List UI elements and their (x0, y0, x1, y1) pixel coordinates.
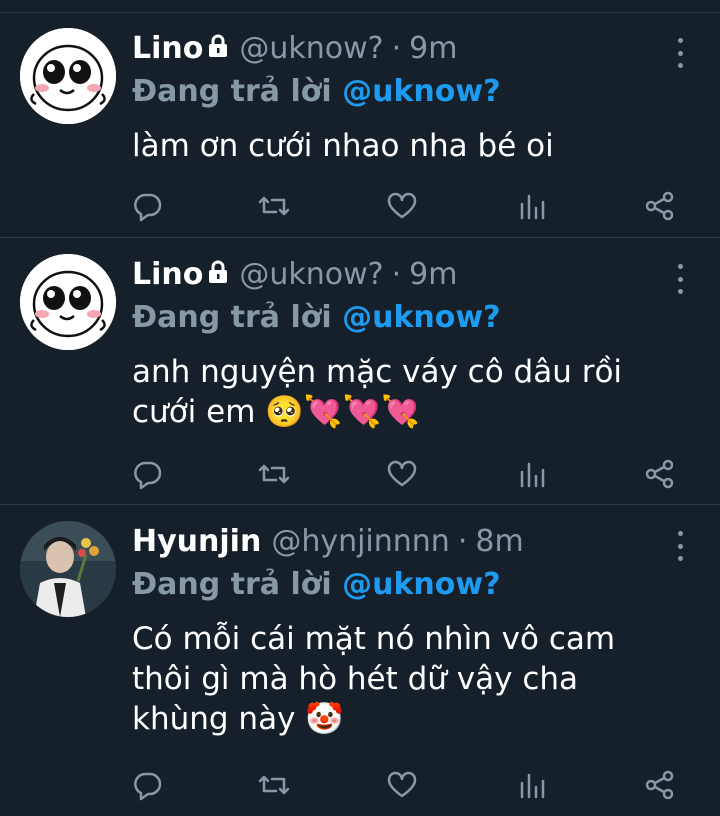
separator-dot: · (457, 523, 468, 559)
tweet[interactable]: Hyunjin @hynjinnnn · 8m Đang trả lời @uk… (0, 505, 720, 816)
tweet[interactable]: Lino @uknow? · 9m Đang trả lời @uknow? a… (0, 238, 720, 505)
more-vertical-icon[interactable] (670, 264, 690, 294)
lock-icon (207, 257, 229, 292)
reply-icon[interactable] (132, 458, 164, 490)
separator-dot: · (391, 30, 402, 66)
timeline-feed: Lino @uknow? · 9m Đang trả lời @uknow? l… (0, 0, 720, 816)
analytics-icon[interactable] (516, 458, 548, 490)
more-vertical-icon[interactable] (670, 38, 690, 68)
replying-prefix: Đang trả lời (132, 567, 332, 602)
share-icon[interactable] (644, 769, 676, 801)
tweet-actions (0, 769, 720, 801)
lock-icon (207, 31, 229, 66)
reply-icon[interactable] (132, 190, 164, 222)
tweet[interactable]: Lino @uknow? · 9m Đang trả lời @uknow? l… (0, 12, 720, 238)
tweet-actions (0, 190, 720, 222)
tweet-text: anh nguyện mặc váy cô dâu rồi cưới em 🥺💘… (132, 354, 623, 430)
heart-icon[interactable] (386, 190, 418, 222)
replying-to: Đang trả lời @uknow? (132, 74, 501, 109)
replying-to: Đang trả lời @uknow? (132, 300, 501, 335)
display-name[interactable]: Hyunjin (132, 524, 261, 559)
tweet-header: Lino @uknow? · 9m (132, 28, 457, 68)
timestamp[interactable]: 8m (475, 524, 523, 559)
timestamp[interactable]: 9m (409, 31, 457, 66)
tweet-text: Có mỗi cái mặt nó nhìn vô cam thôi gì mà… (132, 621, 616, 737)
display-name[interactable]: Lino (132, 257, 203, 292)
tweet-actions (0, 458, 720, 490)
avatar[interactable] (20, 28, 116, 124)
analytics-icon[interactable] (516, 190, 548, 222)
replying-prefix: Đang trả lời (132, 74, 332, 109)
retweet-icon[interactable] (258, 769, 290, 801)
reply-mention-link[interactable]: @uknow? (342, 300, 500, 335)
replying-prefix: Đang trả lời (132, 300, 332, 335)
analytics-icon[interactable] (516, 769, 548, 801)
share-icon[interactable] (644, 190, 676, 222)
heart-icon[interactable] (386, 769, 418, 801)
tweet-header: Hyunjin @hynjinnnn · 8m (132, 521, 524, 561)
tweet-header: Lino @uknow? · 9m (132, 254, 457, 294)
retweet-icon[interactable] (258, 190, 290, 222)
more-vertical-icon[interactable] (670, 531, 690, 561)
tweet-text: làm ơn cưới nhao nha bé oi (132, 128, 554, 164)
handle[interactable]: @hynjinnnn (271, 524, 450, 559)
reply-mention-link[interactable]: @uknow? (342, 567, 500, 602)
handle[interactable]: @uknow? (239, 31, 383, 66)
share-icon[interactable] (644, 458, 676, 490)
avatar[interactable] (20, 521, 116, 617)
heart-icon[interactable] (386, 458, 418, 490)
reply-mention-link[interactable]: @uknow? (342, 74, 500, 109)
handle[interactable]: @uknow? (239, 257, 383, 292)
separator-dot: · (391, 256, 402, 292)
timestamp[interactable]: 9m (409, 257, 457, 292)
replying-to: Đang trả lời @uknow? (132, 567, 501, 602)
retweet-icon[interactable] (258, 458, 290, 490)
reply-icon[interactable] (132, 769, 164, 801)
avatar[interactable] (20, 254, 116, 350)
display-name[interactable]: Lino (132, 31, 203, 66)
